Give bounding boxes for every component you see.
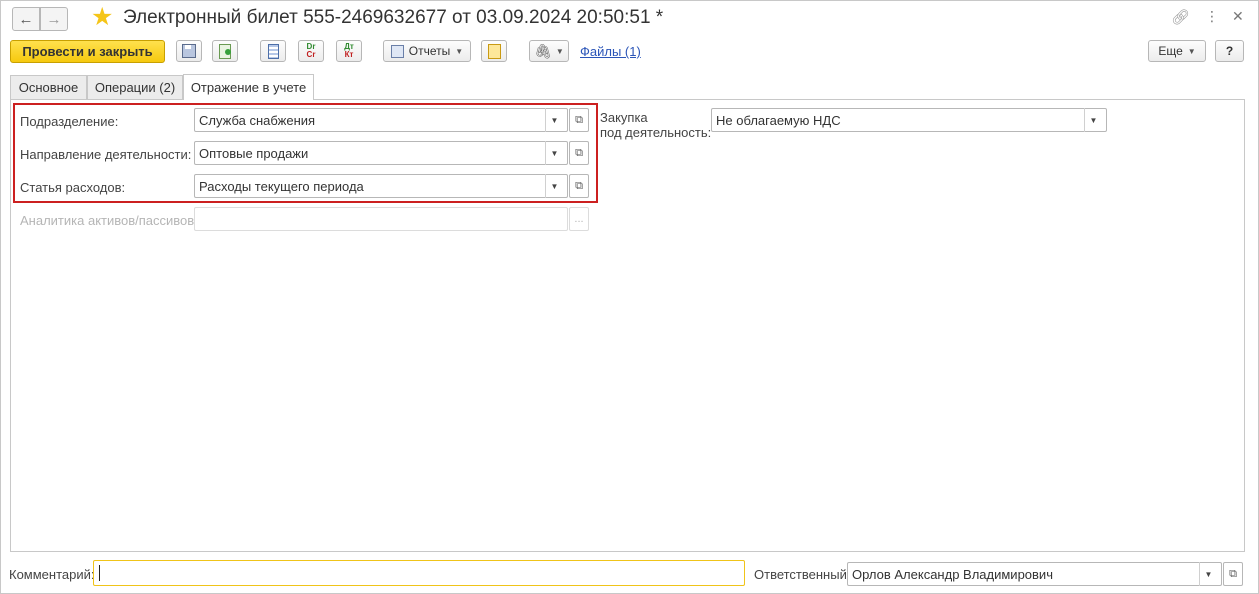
- post-and-close-button[interactable]: Провести и закрыть: [10, 40, 165, 63]
- back-button[interactable]: ←: [12, 7, 40, 31]
- more-vertical-icon[interactable]: ⋮: [1205, 8, 1219, 25]
- open-form-icon: ⧉: [1229, 567, 1237, 580]
- chevron-down-icon[interactable]: ▼: [1084, 108, 1102, 132]
- cr-label: Cr: [306, 50, 316, 59]
- dt-kt-button[interactable]: Дт Кт: [336, 40, 362, 62]
- forward-button[interactable]: →: [40, 7, 68, 31]
- chevron-down-icon[interactable]: ▼: [1199, 562, 1217, 586]
- responsible-open-button[interactable]: ⧉: [1223, 562, 1243, 586]
- favorite-star-icon[interactable]: ★: [91, 5, 113, 30]
- text-cursor: [99, 565, 100, 581]
- window-title: Электронный билет 555-2469632677 от 03.0…: [123, 7, 664, 28]
- reports-icon: [390, 44, 404, 58]
- post-document-icon: [219, 43, 231, 59]
- save-button[interactable]: [176, 40, 202, 62]
- more-menu-button[interactable]: Еще ▼: [1148, 40, 1206, 62]
- help-button[interactable]: ?: [1215, 40, 1244, 62]
- list-button[interactable]: [260, 40, 286, 62]
- purchase-label-line2: под деятельность:: [600, 125, 712, 140]
- more-label: Еще: [1158, 44, 1183, 58]
- tab-main[interactable]: Основное: [10, 75, 87, 99]
- chevron-down-icon: ▼: [455, 46, 464, 56]
- files-link[interactable]: Файлы (1): [580, 44, 641, 59]
- comment-input[interactable]: [93, 560, 745, 586]
- purchase-label-line1: Закупка: [600, 110, 648, 125]
- close-icon[interactable]: ✕: [1232, 8, 1244, 25]
- responsible-value: Орлов Александр Владимирович: [852, 566, 1053, 582]
- attachments-menu-button[interactable]: 🖇︎ ▼: [529, 40, 569, 62]
- reports-menu-button[interactable]: Отчеты ▼: [383, 40, 471, 62]
- arrow-right-icon: →: [46, 10, 62, 28]
- post-button[interactable]: [212, 40, 238, 62]
- note-icon: [487, 43, 501, 59]
- dr-cr-icon: Dr Cr: [307, 43, 316, 59]
- kt-label: Кт: [344, 50, 354, 59]
- paperclip-icon: 🖇︎: [534, 42, 552, 59]
- link-icon[interactable]: 🔗︎: [1171, 8, 1190, 26]
- dt-kt-icon: Дт Кт: [344, 43, 354, 59]
- tab-accounting[interactable]: Отражение в учете: [183, 74, 314, 100]
- responsible-field[interactable]: Орлов Александр Владимирович ▼: [847, 562, 1222, 586]
- purchase-value: Не облагаемую НДС: [716, 112, 841, 128]
- reports-label: Отчеты: [408, 44, 451, 58]
- tab-operations[interactable]: Операции (2): [87, 75, 183, 99]
- comment-label: Комментарий:: [9, 567, 95, 582]
- analytics-select-button: ...: [569, 207, 589, 231]
- highlight-frame: [13, 103, 598, 203]
- chevron-down-icon: ▼: [555, 46, 564, 56]
- analytics-field: [194, 207, 568, 231]
- purchase-label: Закупка под деятельность:: [600, 110, 711, 140]
- arrow-left-icon: ←: [18, 10, 34, 28]
- chevron-down-icon: ▼: [1187, 46, 1196, 56]
- note-button[interactable]: [481, 40, 507, 62]
- save-icon: [182, 44, 196, 58]
- list-icon: [267, 43, 279, 59]
- purchase-field[interactable]: Не облагаемую НДС ▼: [711, 108, 1107, 132]
- analytics-label: Аналитика активов/пассивов:: [20, 213, 198, 228]
- responsible-label: Ответственный:: [754, 567, 851, 582]
- dr-cr-button[interactable]: Dr Cr: [298, 40, 324, 62]
